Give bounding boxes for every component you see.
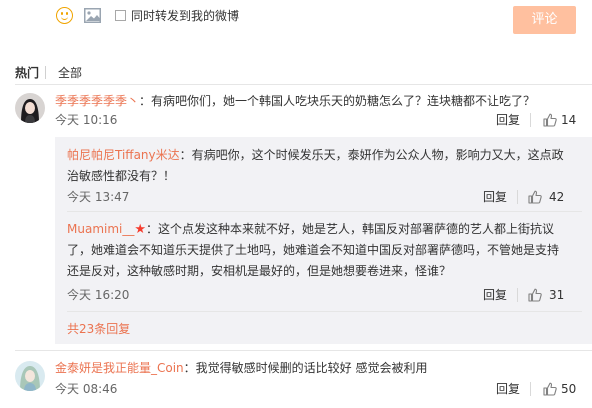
reply-time: 今天 16:20 bbox=[67, 288, 130, 302]
comment-submit-button[interactable]: 评论 bbox=[513, 6, 576, 34]
emoji-icon[interactable] bbox=[56, 7, 73, 24]
reply-text: 帕尼帕尼Tiffany米达：有病吧你，这个时候发乐天，泰妍作为公众人物，影响力又… bbox=[67, 148, 564, 162]
like-count: 31 bbox=[549, 288, 565, 302]
username[interactable]: 季季季季季季丶 bbox=[55, 94, 139, 108]
avatar[interactable] bbox=[15, 361, 45, 391]
reply-text: Muamimi__★：这个点发这种本来就不好，她是艺人，韩国反对部署萨德的艺人都… bbox=[67, 222, 555, 237]
repost-label: 同时转发到我的微博 bbox=[131, 9, 240, 23]
more-replies-link[interactable]: 共23条回复 bbox=[67, 321, 130, 337]
username[interactable]: 帕尼帕尼Tiffany米达 bbox=[67, 148, 180, 162]
reply-text-line: 还是反对，这种敏感时期，安相机是最好的，但是她想要卷进来，怪谁？ bbox=[67, 264, 452, 278]
like-count: 14 bbox=[561, 113, 577, 127]
comment-divider bbox=[15, 350, 592, 351]
star-badge-icon: ★ bbox=[134, 222, 147, 237]
reply-button[interactable]: 回复 bbox=[483, 189, 507, 205]
action-separator bbox=[517, 288, 518, 302]
like-icon[interactable] bbox=[543, 382, 557, 396]
repost-checkbox[interactable] bbox=[115, 10, 126, 21]
action-separator bbox=[530, 382, 531, 396]
action-separator bbox=[530, 113, 531, 127]
like-count: 50 bbox=[561, 382, 577, 396]
reply-time: 今天 13:47 bbox=[67, 190, 130, 204]
comment-time: 今天 10:16 bbox=[55, 113, 118, 127]
image-icon[interactable] bbox=[84, 8, 101, 23]
avatar[interactable] bbox=[15, 93, 45, 123]
tabs-divider bbox=[15, 84, 592, 85]
username[interactable]: 金泰妍是我正能量_Coin bbox=[55, 361, 184, 375]
reply-button[interactable]: 回复 bbox=[483, 287, 507, 303]
comment-time: 今天 08:46 bbox=[55, 382, 118, 396]
reply-divider bbox=[67, 311, 582, 312]
like-icon[interactable] bbox=[528, 288, 542, 302]
comment-text: 金泰妍是我正能量_Coin：我觉得敏感时候删的话比较好 感觉会被利用 bbox=[55, 361, 428, 375]
reply-divider bbox=[67, 211, 582, 212]
tab-hot[interactable]: 热门 bbox=[15, 65, 39, 81]
tab-separator bbox=[45, 66, 46, 79]
username[interactable]: Muamimi__ bbox=[67, 222, 134, 236]
reply-button[interactable]: 回复 bbox=[496, 112, 520, 128]
like-icon[interactable] bbox=[528, 190, 542, 204]
like-count: 42 bbox=[549, 190, 565, 204]
reply-button[interactable]: 回复 bbox=[496, 381, 520, 397]
action-separator bbox=[517, 190, 518, 204]
comment-text: 季季季季季季丶：有病吧你们，她一个韩国人吃块乐天的奶糖怎么了？连块糖都不让吃了？ bbox=[55, 94, 536, 108]
reply-text-line: 治敏感性都没有？！ bbox=[67, 169, 176, 183]
tab-all[interactable]: 全部 bbox=[58, 65, 82, 81]
like-icon[interactable] bbox=[543, 113, 557, 127]
reply-text-line: 了，她难道会不知道乐天提供了土地吗，她难道会不知道中国反对部署萨德吗，不管她是支… bbox=[67, 243, 560, 257]
